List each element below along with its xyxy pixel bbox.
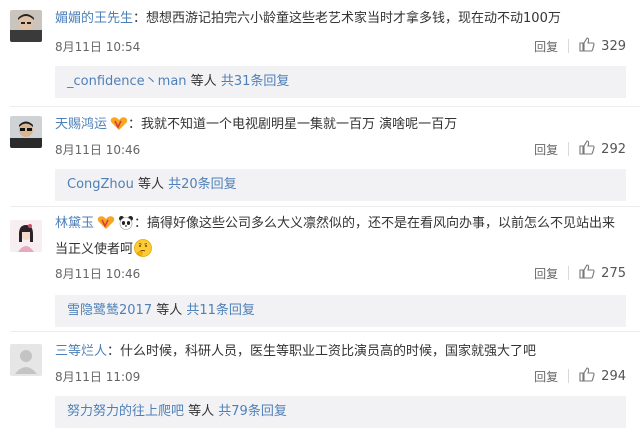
reply-button[interactable]: 回复 <box>534 38 558 55</box>
reply-count-link[interactable]: 共20条回复 <box>168 177 237 192</box>
avatar[interactable] <box>10 220 42 252</box>
divider <box>568 369 570 383</box>
avatar[interactable] <box>10 116 42 148</box>
like-button[interactable]: 275 <box>579 264 626 282</box>
thumbs-up-icon <box>579 140 595 158</box>
reply-mid-text: 等人 <box>186 74 221 89</box>
vip-badge-icon[interactable] <box>110 116 128 139</box>
comment-content: 媚媚的王先生：想想西游记拍完六小龄童这些老艺术家当时才拿多钱，现在动不动100万 <box>55 11 561 26</box>
comment-text: 我就不知道一个电视剧明星一集就一百万 演啥呢一百万 <box>141 117 458 132</box>
reply-summary[interactable]: _confidence丶man 等人 共31条回复 <box>55 66 626 98</box>
like-count: 275 <box>601 265 626 281</box>
comment-content: 林黛玉 ：搞得好像这些公司多么大义凛然似的，还不是在看风向办事，以前怎么不见站出来… <box>55 213 626 266</box>
like-count: 294 <box>601 368 626 384</box>
reply-button[interactable]: 回复 <box>534 368 558 385</box>
comment-actions: 回复 275 <box>534 264 626 282</box>
divider <box>568 266 570 280</box>
reply-summary[interactable]: 努力努力的往上爬吧 等人 共79条回复 <box>55 396 626 428</box>
reply-summary[interactable]: 雪隐鹭鸶2017 等人 共11条回复 <box>55 295 626 327</box>
comment-item: 林黛玉 ：搞得好像这些公司多么大义凛然似的，还不是在看风向办事，以前怎么不见站出来… <box>0 207 640 332</box>
comment-content: 天赐鸿运 ：我就不知道一个电视剧明星一集就一百万 演啥呢一百万 <box>55 114 626 139</box>
comment-item: 三等烂人：什么时候，科研人员，医生等职业工资比演员高的时候，国家就强大了吧 8月… <box>0 332 640 432</box>
reply-mid-text: 等人 <box>152 303 187 318</box>
reply-username[interactable]: _confidence丶man <box>67 74 187 89</box>
comment-text-line2: 当正义使者呵 <box>55 242 134 257</box>
reply-summary[interactable]: CongZhou 等人 共20条回复 <box>55 169 626 201</box>
like-count: 329 <box>601 38 626 54</box>
comment-date: 8月11日 10:54 <box>55 40 141 54</box>
avatar[interactable] <box>10 10 42 42</box>
username-link[interactable]: 三等烂人 <box>55 344 107 359</box>
avatar[interactable] <box>10 344 42 376</box>
thumbs-up-icon <box>579 37 595 55</box>
username-link[interactable]: 林黛玉 <box>55 216 94 231</box>
comment-text: 搞得好像这些公司多么大义凛然似的，还不是在看风向办事，以前怎么不见站出来 <box>147 216 616 231</box>
comment-item: 天赐鸿运 ：我就不知道一个电视剧明星一集就一百万 演啥呢一百万 8月11日 10:… <box>0 107 640 207</box>
username-link[interactable]: 媚媚的王先生 <box>55 11 133 26</box>
reply-count-link[interactable]: 共31条回复 <box>221 74 290 89</box>
reply-username[interactable]: 努力努力的往上爬吧 <box>67 404 184 419</box>
reply-mid-text: 等人 <box>184 404 219 419</box>
comment-date: 8月11日 11:09 <box>55 370 141 384</box>
comment-item: 媚媚的王先生：想想西游记拍完六小龄童这些老艺术家当时才拿多钱，现在动不动100万… <box>0 0 640 108</box>
reply-button[interactable]: 回复 <box>534 141 558 158</box>
comment-text: 什么时候，科研人员，医生等职业工资比演员高的时候，国家就强大了吧 <box>120 344 537 359</box>
like-button[interactable]: 292 <box>579 140 626 158</box>
comment-date: 8月11日 10:46 <box>55 143 141 157</box>
reply-count-link[interactable]: 共79条回复 <box>218 404 287 419</box>
divider <box>568 39 570 53</box>
thinking-face-emoji <box>133 238 153 266</box>
reply-mid-text: 等人 <box>133 177 169 192</box>
comment-actions: 回复 294 <box>534 367 626 385</box>
username-link[interactable]: 天赐鸿运 <box>55 117 107 132</box>
panda-badge-icon[interactable] <box>118 215 134 238</box>
thumbs-up-icon <box>579 367 595 385</box>
comment-text: 想想西游记拍完六小龄童这些老艺术家当时才拿多钱，现在动不动100万 <box>146 11 561 26</box>
vip-badge-icon[interactable] <box>97 215 115 238</box>
comment-content: 三等烂人：什么时候，科研人员，医生等职业工资比演员高的时候，国家就强大了吧 <box>55 344 537 359</box>
thumbs-up-icon <box>579 264 595 282</box>
comment-actions: 回复 292 <box>534 140 626 158</box>
like-button[interactable]: 294 <box>579 367 626 385</box>
reply-username[interactable]: CongZhou <box>67 177 134 192</box>
like-button[interactable]: 329 <box>579 37 626 55</box>
comment-actions: 回复 329 <box>534 37 626 55</box>
like-count: 292 <box>601 141 626 157</box>
reply-button[interactable]: 回复 <box>534 265 558 282</box>
comment-date: 8月11日 10:46 <box>55 267 141 281</box>
divider <box>568 142 570 156</box>
reply-count-link[interactable]: 共11条回复 <box>186 303 255 318</box>
reply-username[interactable]: 雪隐鹭鸶2017 <box>67 303 152 318</box>
